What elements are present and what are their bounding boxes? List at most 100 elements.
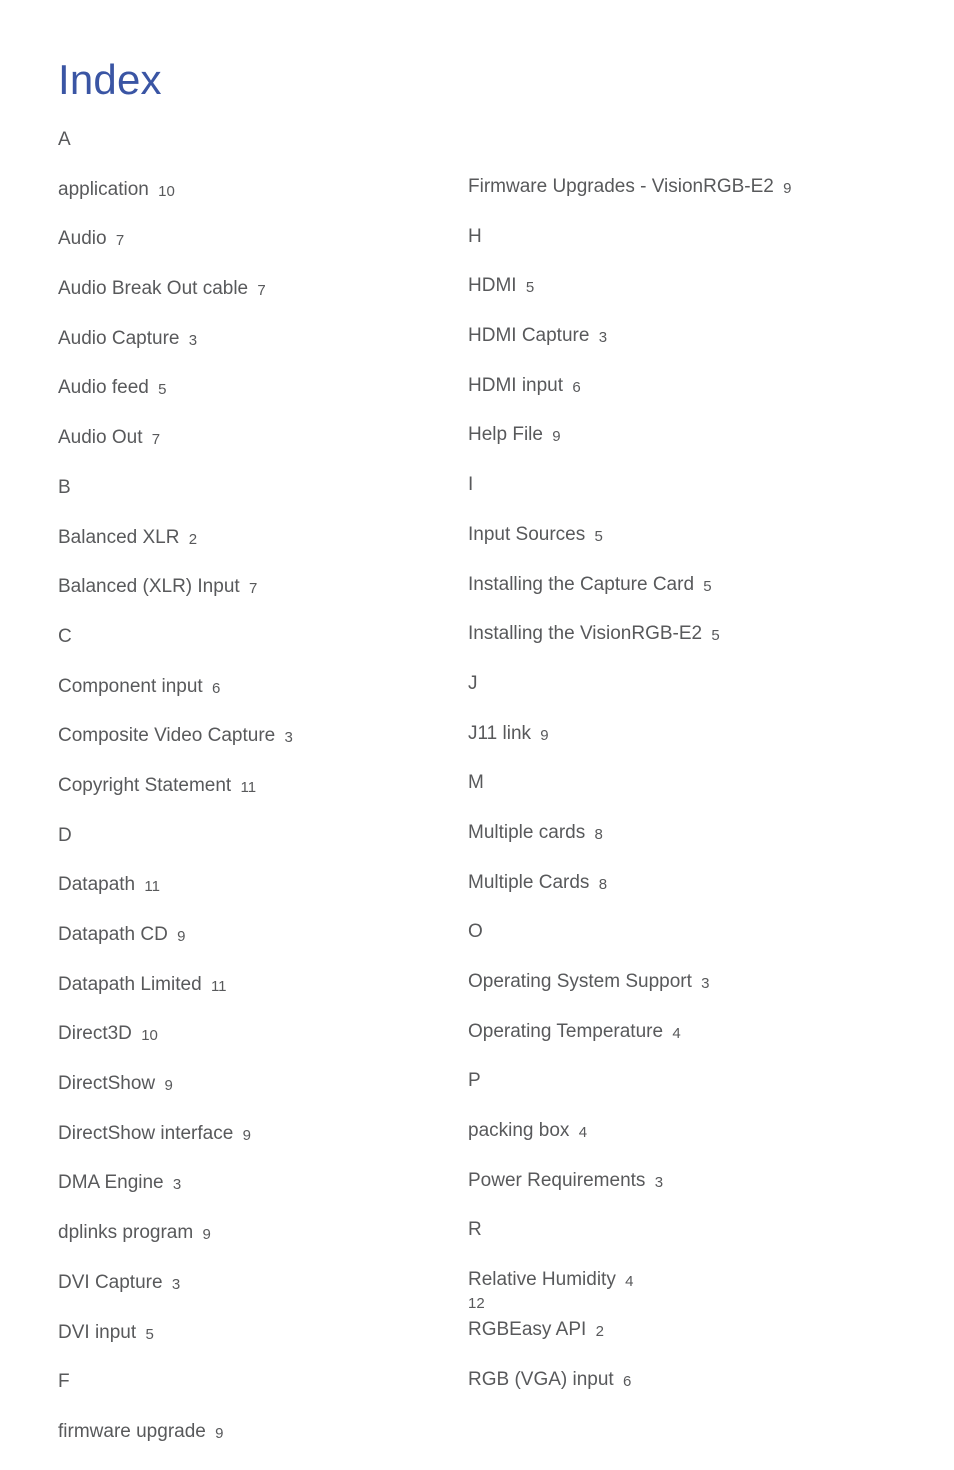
- index-entry: DMA Engine 3: [58, 1171, 468, 1196]
- index-column-left: Aapplication 10Audio 7Audio Break Out ca…: [58, 128, 468, 1470]
- index-term: HDMI input: [468, 375, 563, 396]
- index-entry: HDMI Capture 3: [468, 324, 896, 349]
- index-term: Component input: [58, 676, 203, 697]
- index-entry: Balanced (XLR) Input 7: [58, 575, 468, 600]
- index-entry: Installing the VisionRGB-E2 5: [468, 622, 896, 647]
- index-entry: Datapath 11: [58, 873, 468, 898]
- index-column-right: Firmware Upgrades - VisionRGB-E2 9 H HDMI …: [468, 128, 896, 1470]
- index-page: 6: [623, 1373, 631, 1390]
- index-columns: Aapplication 10Audio 7Audio Break Out ca…: [58, 128, 896, 1470]
- index-page: 2: [596, 1323, 604, 1340]
- index-term: Audio Capture: [58, 328, 179, 349]
- index-page: 9: [783, 180, 791, 197]
- index-page: 9: [164, 1077, 172, 1094]
- index-entry: Installing the Capture Card 5: [468, 573, 896, 598]
- index-letter-text: B: [58, 477, 71, 498]
- index-entry: Copyright Statement 11: [58, 774, 468, 799]
- index-letter: I: [468, 473, 896, 498]
- index-entry: Audio feed 5: [58, 376, 468, 401]
- index-entry: DirectShow 9: [58, 1072, 468, 1097]
- index-letter: O: [468, 920, 896, 945]
- index-page: 9: [202, 1226, 210, 1243]
- index-letter: J: [468, 672, 896, 697]
- index-letter-text: R: [468, 1219, 482, 1240]
- index-page: 5: [703, 578, 711, 595]
- index-entry: Help File 9: [468, 423, 896, 448]
- index-letter: H: [468, 225, 896, 250]
- index-term: DirectShow interface: [58, 1123, 233, 1144]
- index-term: J11 link: [468, 723, 531, 744]
- index-term: Audio feed: [58, 377, 149, 398]
- index-page: 11: [211, 978, 227, 995]
- index-page: 3: [655, 1174, 663, 1191]
- index-page: 9: [552, 428, 560, 445]
- index-page: 8: [599, 876, 607, 893]
- index-page: 5: [711, 627, 719, 644]
- index-entry: Direct3D 10: [58, 1022, 468, 1047]
- index-letter-text: P: [468, 1070, 481, 1091]
- index-term: Balanced (XLR) Input: [58, 576, 240, 597]
- index-page: 11: [240, 779, 256, 796]
- index-letter: C: [58, 625, 468, 650]
- index-entry: HDMI 5: [468, 274, 896, 299]
- index-letter: R: [468, 1218, 896, 1243]
- index-page: 11: [144, 878, 160, 895]
- index-term: Operating System Support: [468, 971, 692, 992]
- index-page: 7: [257, 282, 265, 299]
- index-entry: Audio Capture 3: [58, 327, 468, 352]
- index-term: Copyright Statement: [58, 775, 231, 796]
- index-page: 4: [625, 1273, 633, 1290]
- index-entry: Multiple Cards 8: [468, 871, 896, 896]
- index-term: DirectShow: [58, 1073, 155, 1094]
- index-page: 10: [158, 183, 175, 200]
- index-page: 5: [158, 381, 166, 398]
- index-term: RGB (VGA) input: [468, 1369, 614, 1390]
- index-term: dplinks program: [58, 1222, 193, 1243]
- index-page: 9: [177, 928, 185, 945]
- index-term: Datapath: [58, 874, 135, 895]
- index-term: HDMI Capture: [468, 325, 589, 346]
- index-term: Power Requirements: [468, 1170, 645, 1191]
- index-term: Installing the Capture Card: [468, 574, 694, 595]
- index-entry: Composite Video Capture 3: [58, 724, 468, 749]
- index-term: DVI input: [58, 1322, 136, 1343]
- index-entry: Power Requirements 3: [468, 1169, 896, 1194]
- index-page: 5: [526, 279, 534, 296]
- index-entry: Component input 6: [58, 675, 468, 700]
- index-term: DMA Engine: [58, 1172, 164, 1193]
- index-entry: dplinks program 9: [58, 1221, 468, 1246]
- index-letter: B: [58, 476, 468, 501]
- index-entry: Operating System Support 3: [468, 970, 896, 995]
- index-entry: Datapath Limited 11: [58, 973, 468, 998]
- index-term: firmware upgrade: [58, 1421, 206, 1442]
- index-letter-text: D: [58, 825, 72, 846]
- index-entry: firmware upgrade 9: [58, 1420, 468, 1445]
- index-page: 3: [701, 975, 709, 992]
- index-entry: Firmware Upgrades - VisionRGB-E2 9: [468, 175, 896, 200]
- index-entry: Operating Temperature 4: [468, 1020, 896, 1045]
- page-number: 12: [468, 1295, 485, 1312]
- index-page: 3: [172, 1276, 180, 1293]
- index-term: Datapath Limited: [58, 974, 202, 995]
- index-page: 9: [243, 1127, 251, 1144]
- index-page: 3: [189, 332, 197, 349]
- index-page: 3: [599, 329, 607, 346]
- index-page: 6: [572, 379, 580, 396]
- index-entry: RGB (VGA) input 6: [468, 1368, 896, 1393]
- index-term: Help File: [468, 424, 543, 445]
- index-entry: Multiple cards 8: [468, 821, 896, 846]
- index-term: packing box: [468, 1120, 569, 1141]
- index-term: application: [58, 179, 149, 200]
- index-entry: DirectShow interface 9: [58, 1122, 468, 1147]
- index-term: Firmware Upgrades - VisionRGB-E2: [468, 176, 774, 197]
- index-entry: Relative Humidity 4: [468, 1268, 896, 1293]
- index-term: Audio: [58, 228, 107, 249]
- index-letter: M: [468, 771, 896, 796]
- index-entry: HDMI input 6: [468, 374, 896, 399]
- index-page: 6: [212, 680, 220, 697]
- page-title: Index: [58, 56, 896, 104]
- index-term: Installing the VisionRGB-E2: [468, 623, 702, 644]
- index-term: HDMI: [468, 275, 517, 296]
- index-page: 3: [285, 729, 293, 746]
- index-entry: packing box 4: [468, 1119, 896, 1144]
